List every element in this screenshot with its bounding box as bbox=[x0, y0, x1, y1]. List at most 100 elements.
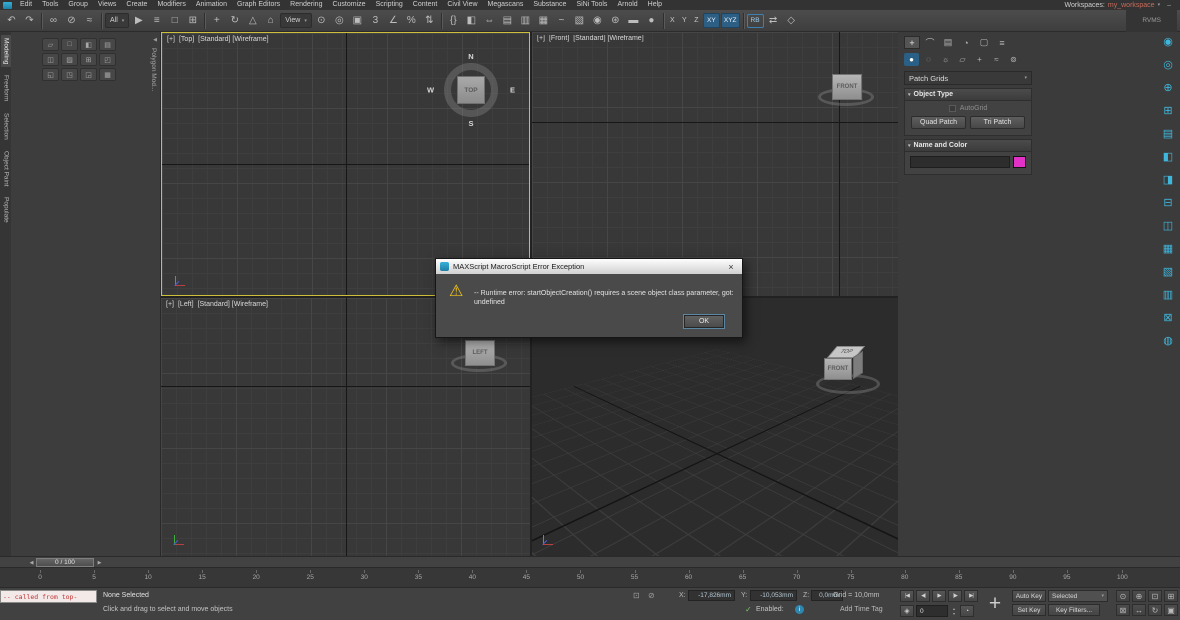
scene-explorer-icon[interactable]: ▤ bbox=[499, 12, 516, 29]
dock-icon-5[interactable]: ▤ bbox=[1161, 126, 1176, 140]
hierarchy-tab-icon[interactable]: ▤ bbox=[940, 36, 956, 49]
object-category-dropdown[interactable]: Patch Grids ▾ bbox=[904, 71, 1032, 85]
info-icon[interactable]: i bbox=[795, 605, 804, 614]
ribbon-tool-icon-4[interactable]: ▤ bbox=[99, 38, 116, 51]
axis-plane-xy-button[interactable]: XY bbox=[703, 13, 720, 28]
select-link-icon[interactable]: ∞ bbox=[45, 12, 62, 29]
time-slider[interactable]: ◀ 0 / 100 ▶ bbox=[0, 556, 1180, 568]
chevron-down-icon[interactable]: ▾ bbox=[1158, 2, 1161, 8]
key-selection-dropdown[interactable]: Selected ▾ bbox=[1048, 590, 1108, 602]
bind-to-spacewarp-icon[interactable]: ≈ bbox=[81, 12, 98, 29]
spinner-down-icon[interactable]: ▾ bbox=[953, 611, 955, 616]
select-move-icon[interactable]: + bbox=[208, 12, 225, 29]
ribbon-tool-icon-12[interactable]: ▦ bbox=[99, 68, 116, 81]
systems-category-icon[interactable]: ⊚ bbox=[1006, 53, 1021, 66]
shapes-category-icon[interactable]: ◌ bbox=[921, 53, 936, 66]
menu-item[interactable]: Rendering bbox=[285, 0, 327, 10]
window-crossing-icon[interactable]: ⊞ bbox=[184, 12, 201, 29]
time-configuration-icon[interactable]: ◔ bbox=[960, 605, 974, 617]
ribbon-tool-icon-11[interactable]: ◲ bbox=[80, 68, 97, 81]
rb-button[interactable]: RB bbox=[747, 14, 764, 28]
ribbon-tool-icon-3[interactable]: ◧ bbox=[80, 38, 97, 51]
menu-item[interactable]: Megascans bbox=[483, 0, 529, 10]
ribbon-tab-selection[interactable]: Selection bbox=[1, 110, 11, 143]
layer-explorer-icon[interactable]: ▥ bbox=[517, 12, 534, 29]
ribbon-tool-icon-10[interactable]: ◳ bbox=[61, 68, 78, 81]
viewport-menu-view[interactable]: [Left] bbox=[178, 301, 194, 308]
axis-y-button[interactable]: Y bbox=[679, 14, 690, 28]
zoom-extents-all-icon[interactable]: ⊞ bbox=[1164, 590, 1178, 602]
menu-item[interactable]: Civil View bbox=[442, 0, 482, 10]
ribbon-tool-icon-7[interactable]: ⊞ bbox=[80, 53, 97, 66]
ribbon-tab-modeling[interactable]: Modeling bbox=[1, 35, 11, 67]
material-editor-icon[interactable]: ◉ bbox=[589, 12, 606, 29]
object-type-button[interactable]: Quad Patch bbox=[911, 116, 966, 129]
dock-icon-14[interactable]: ◍ bbox=[1161, 333, 1176, 347]
menu-item[interactable]: Edit bbox=[15, 0, 37, 10]
viewport-menu-shading[interactable]: [Standard] [Wireframe] bbox=[198, 301, 268, 308]
dock-icon-3[interactable]: ⊕ bbox=[1161, 80, 1176, 94]
menu-item[interactable]: Tools bbox=[37, 0, 63, 10]
render-icon[interactable]: ● bbox=[643, 12, 660, 29]
viewcube-front-face[interactable]: FRONT bbox=[832, 74, 862, 100]
compass-east-label[interactable]: E bbox=[510, 86, 515, 95]
menu-item[interactable]: Graph Editors bbox=[232, 0, 285, 10]
select-by-name-icon[interactable]: ≡ bbox=[148, 12, 165, 29]
ribbon-tool-icon-8[interactable]: ◰ bbox=[99, 53, 116, 66]
viewcube-compass[interactable]: TOP N S W E bbox=[436, 55, 506, 125]
goto-end-button[interactable]: ▶| bbox=[964, 590, 978, 602]
dock-icon-11[interactable]: ▧ bbox=[1161, 264, 1176, 278]
dock-icon-8[interactable]: ⊟ bbox=[1161, 195, 1176, 209]
dock-icon-2[interactable]: ◎ bbox=[1161, 57, 1176, 71]
viewport-menu-plus[interactable]: [+] bbox=[167, 36, 175, 43]
object-name-field[interactable] bbox=[910, 156, 1010, 168]
time-slider-right-arrow[interactable]: ▶ bbox=[95, 558, 104, 567]
dock-icon-6[interactable]: ◧ bbox=[1161, 149, 1176, 163]
viewport-menu-view[interactable]: [Front] bbox=[549, 35, 569, 42]
isolate-toggle-icon[interactable]: ◇ bbox=[783, 12, 800, 29]
viewport-menu-shading[interactable]: [Standard] [Wireframe] bbox=[573, 35, 643, 42]
ribbon-tool-icon-9[interactable]: ◱ bbox=[42, 68, 59, 81]
menu-item[interactable]: Views bbox=[93, 0, 122, 10]
axis-plane-xyz-button[interactable]: XYZ bbox=[721, 13, 740, 28]
key-mode-toggle-icon[interactable]: ◈ bbox=[900, 605, 914, 617]
use-pivot-center-icon[interactable]: ⊙ bbox=[313, 12, 330, 29]
ribbon-tool-icon-6[interactable]: ▨ bbox=[61, 53, 78, 66]
compass-west-label[interactable]: W bbox=[427, 86, 434, 95]
viewcube-perspective[interactable]: TOP FRONT bbox=[814, 346, 884, 402]
time-slider-left-arrow[interactable]: ◀ bbox=[27, 558, 36, 567]
viewcube-front-face[interactable]: FRONT bbox=[824, 358, 852, 380]
ribbon-tab-freeform[interactable]: Freeform bbox=[1, 72, 11, 104]
menubar-collapse-icon[interactable]: – bbox=[1163, 2, 1175, 9]
pan-icon[interactable]: ↔ bbox=[1132, 604, 1146, 616]
viewport-menu-shading[interactable]: [Standard] [Wireframe] bbox=[198, 36, 268, 43]
dock-icon-7[interactable]: ◨ bbox=[1161, 172, 1176, 186]
menu-item[interactable]: Substance bbox=[528, 0, 571, 10]
viewport-menu-view[interactable]: [Top] bbox=[179, 36, 194, 43]
set-key-button[interactable]: Set Key bbox=[1012, 604, 1046, 616]
display-tab-icon[interactable]: ▢ bbox=[976, 36, 992, 49]
ok-button[interactable]: OK bbox=[684, 315, 724, 328]
spinner-snap-icon[interactable]: ⇅ bbox=[421, 12, 438, 29]
viewcube-top-face[interactable]: TOP bbox=[457, 76, 485, 104]
keyboard-override-icon[interactable]: ▣ bbox=[349, 12, 366, 29]
key-filters-button[interactable]: Key Filters... bbox=[1048, 604, 1100, 616]
viewport-menu-plus[interactable]: [+] bbox=[537, 35, 545, 42]
menu-item[interactable]: Content bbox=[408, 0, 443, 10]
previous-frame-button[interactable]: ◀| bbox=[916, 590, 930, 602]
add-time-tag[interactable]: Add Time Tag bbox=[840, 606, 883, 613]
select-place-icon[interactable]: ⌂ bbox=[262, 12, 279, 29]
align-icon[interactable]: ⇔ bbox=[481, 12, 498, 29]
dock-icon-9[interactable]: ◫ bbox=[1161, 218, 1176, 232]
axis-z-button[interactable]: Z bbox=[691, 14, 702, 28]
scene-converter-icon[interactable]: ⇄ bbox=[765, 12, 782, 29]
compass-south-label[interactable]: S bbox=[468, 119, 473, 128]
ribbon-tool-icon-5[interactable]: ◫ bbox=[42, 53, 59, 66]
render-setup-icon[interactable]: ⊛ bbox=[607, 12, 624, 29]
select-rotate-icon[interactable]: ↻ bbox=[226, 12, 243, 29]
zoom-icon[interactable]: ⊙ bbox=[1116, 590, 1130, 602]
dock-icon-12[interactable]: ▥ bbox=[1161, 287, 1176, 301]
menu-item[interactable]: Customize bbox=[327, 0, 370, 10]
create-tab-icon[interactable]: + bbox=[904, 36, 920, 49]
y-coordinate-field[interactable]: -10,053mm bbox=[750, 590, 797, 601]
